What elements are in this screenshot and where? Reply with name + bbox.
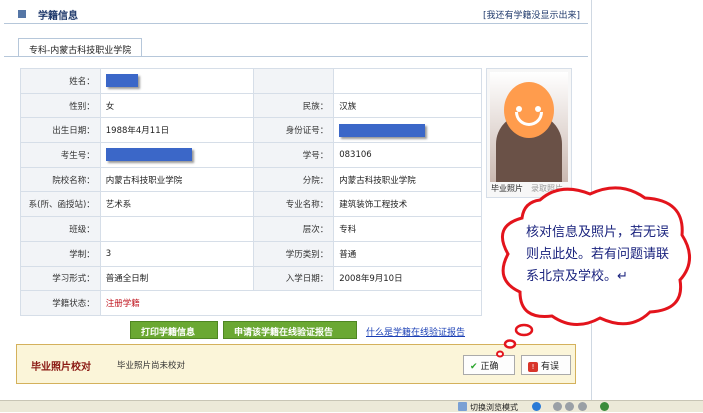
print-record-button[interactable]: 打印学籍信息	[130, 321, 218, 339]
value-ethnicity: 汉族	[333, 92, 482, 119]
record-table: 姓名： 性别： 女 民族： 汉族 出生日期： 1988年4月11日 身份证号： …	[20, 68, 483, 316]
toggle-icon[interactable]	[578, 402, 587, 411]
mode-switch-icon[interactable]	[458, 402, 467, 411]
label-branch: 分院：	[253, 166, 335, 193]
label-major: 专业名称：	[253, 191, 335, 218]
value-branch: 内蒙古科技职业学院	[333, 166, 482, 193]
value-study-mode: 普通全日制	[99, 265, 255, 292]
table-row: 考生号： 学号： 083106	[20, 142, 482, 168]
value-department: 艺术系	[99, 191, 255, 218]
label-id-number: 身份证号：	[253, 117, 335, 144]
table-row: 院校名称： 内蒙古科技职业学院 分院： 内蒙古科技职业学院	[20, 166, 482, 193]
switch-mode-label[interactable]: 切换浏览模式	[470, 402, 518, 413]
table-row: 学制： 3 学历类别： 普通	[20, 240, 482, 267]
graduation-photo	[490, 72, 568, 182]
photo-check-status: 毕业照片尚未校对	[117, 361, 186, 371]
table-row: 学习形式： 普通全日制 入学日期： 2008年9月10日	[20, 265, 482, 292]
what-is-report-link[interactable]: 什么是学籍在线验证报告	[366, 325, 465, 338]
redacted-block	[105, 148, 192, 162]
callout-text: 核对信息及照片，若无误则点此处。若有问题请联系北京及学校。↵	[526, 225, 670, 284]
value-school: 内蒙古科技职业学院	[99, 166, 255, 193]
label-status: 学籍状态：	[20, 290, 101, 316]
value-enroll-date: 2008年9月10日	[333, 265, 482, 292]
empty-label	[253, 68, 335, 94]
callout-tail-dot	[503, 339, 517, 349]
smile-mouth	[515, 112, 543, 126]
table-row: 学籍状态： 注册学籍	[20, 290, 483, 316]
checkmark-icon: ✔	[470, 362, 478, 372]
tab-school[interactable]: 专科-内蒙古科技职业学院	[18, 38, 143, 57]
empty-value	[333, 68, 482, 94]
label-school: 院校名称：	[20, 166, 101, 193]
tab-divider	[4, 56, 588, 57]
label-degree-type: 学历类别：	[253, 240, 335, 267]
value-gender: 女	[99, 92, 255, 119]
toggle-icon[interactable]	[565, 402, 574, 411]
globe-icon[interactable]	[532, 402, 541, 411]
label-student-number: 学号：	[253, 142, 335, 168]
header-bullet-icon	[18, 10, 26, 18]
toggle-icon[interactable]	[553, 402, 562, 411]
label-department: 系(所、函授站)：	[20, 191, 101, 218]
callout-tail-dot	[496, 350, 504, 358]
label-gender: 性别：	[20, 92, 101, 119]
label-enroll-date: 入学日期：	[253, 265, 335, 292]
table-row: 班级： 层次： 专科	[20, 216, 482, 242]
photo-check-title: 毕业照片校对	[31, 362, 91, 373]
label-name: 姓名：	[20, 68, 101, 94]
value-level: 专科	[333, 216, 482, 242]
settings-icon[interactable]	[600, 402, 609, 411]
value-major: 建筑装饰工程技术	[333, 191, 482, 218]
page-title: 学籍信息	[38, 11, 78, 22]
label-ethnicity: 民族：	[253, 92, 335, 119]
value-degree-type: 普通	[333, 240, 482, 267]
table-row: 姓名：	[20, 68, 482, 94]
browser-statusbar: 切换浏览模式	[0, 400, 703, 412]
value-id-number	[333, 117, 482, 144]
value-student-number: 083106	[333, 142, 482, 168]
redacted-block	[339, 123, 426, 137]
value-status: 注册学籍	[99, 290, 483, 316]
label-duration: 学制：	[20, 240, 101, 267]
value-class	[99, 216, 255, 242]
smiley-face-icon	[504, 82, 554, 138]
value-name	[99, 68, 255, 94]
label-level: 层次：	[253, 216, 335, 242]
label-study-mode: 学习形式：	[20, 265, 101, 292]
table-row: 系(所、函授站)： 艺术系 专业名称： 建筑装饰工程技术	[20, 191, 482, 218]
section-header: 学籍信息 [我还有学籍没显示出来]	[4, 4, 588, 24]
apply-verification-button[interactable]: 申请该学籍在线验证报告	[223, 321, 357, 339]
label-birthdate: 出生日期：	[20, 117, 101, 144]
missing-record-link[interactable]: [我还有学籍没显示出来]	[483, 8, 580, 21]
value-duration: 3	[99, 240, 255, 267]
label-exam-number: 考生号：	[20, 142, 101, 168]
redacted-block	[105, 74, 138, 88]
callout-tail-dot	[514, 323, 534, 337]
value-exam-number	[99, 142, 255, 168]
table-row: 出生日期： 1988年4月11日 身份证号：	[20, 117, 482, 144]
label-class: 班级：	[20, 216, 101, 242]
value-birthdate: 1988年4月11日	[99, 117, 255, 144]
photo-box: 毕业照片 录取照片	[486, 68, 572, 198]
table-row: 性别： 女 民族： 汉族	[20, 92, 482, 119]
